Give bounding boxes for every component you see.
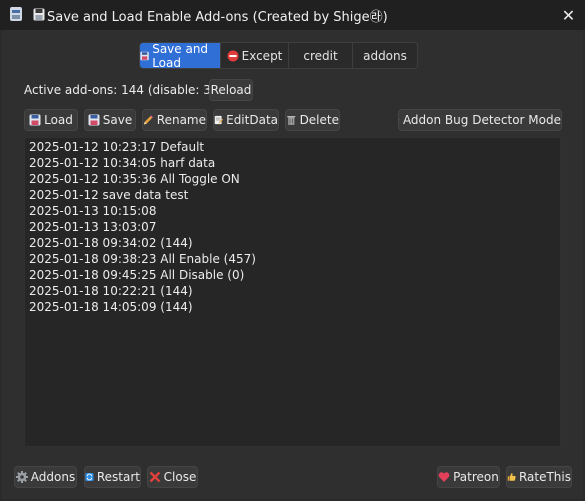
addons-label: Addons	[30, 470, 76, 484]
heart-icon	[438, 472, 450, 482]
load-button[interactable]: Load	[24, 109, 78, 131]
restart-icon	[85, 472, 94, 482]
close-button[interactable]: Close	[147, 466, 198, 488]
list-item[interactable]: 2025-01-12 save data test	[29, 187, 556, 203]
delete-label: Delete	[299, 113, 339, 127]
ratethis-button[interactable]: RateThis	[506, 466, 572, 488]
tab-label: credit	[303, 48, 338, 63]
restart-button[interactable]: Restart	[84, 466, 141, 488]
trash-icon	[287, 116, 296, 125]
floppy-icon	[140, 51, 149, 60]
rename-button[interactable]: Rename	[142, 109, 207, 131]
bug-detector-label: Addon Bug Detector Mode	[402, 113, 561, 127]
save-label: Save	[102, 113, 133, 127]
ratethis-label: RateThis	[518, 470, 571, 484]
tab-except[interactable]: Except	[221, 43, 289, 68]
tab-bar: Save and Load Except credit addons	[139, 42, 418, 69]
load-label: Load	[44, 113, 73, 127]
rename-label: Rename	[156, 113, 206, 127]
close-label: Close	[163, 470, 197, 484]
list-item[interactable]: 2025-01-18 09:38:23 All Enable (457)	[29, 251, 556, 267]
patreon-label: Patreon	[453, 470, 499, 484]
floppy-icon	[33, 8, 45, 21]
floppy-icon	[88, 114, 100, 126]
tab-credit[interactable]: credit	[289, 43, 353, 68]
list-item[interactable]: 2025-01-12 10:34:05 harf data	[29, 155, 556, 171]
close-icon	[149, 471, 160, 483]
reload-button[interactable]: Reload	[209, 79, 253, 101]
title-bar: Save and Load Enable Add-ons (Created by…	[0, 0, 585, 30]
reload-label: Reload	[210, 83, 252, 97]
restart-label: Restart	[96, 470, 140, 484]
window-close-button[interactable]: ✕	[552, 0, 585, 30]
active-addons-status: Active add-ons: 144 (disable: 317 )	[24, 83, 235, 97]
list-item[interactable]: 2025-01-13 10:15:08	[29, 203, 556, 219]
floppy-icon	[29, 114, 41, 126]
tab-label: addons	[363, 48, 407, 63]
list-item[interactable]: 2025-01-18 09:45:25 All Disable (0)	[29, 267, 556, 283]
list-item[interactable]: 2025-01-18 10:22:21 (144)	[29, 283, 556, 299]
no-entry-icon	[227, 50, 239, 61]
app-icon	[10, 7, 22, 21]
list-item[interactable]: 2025-01-13 13:03:07	[29, 219, 556, 235]
save-button[interactable]: Save	[84, 109, 136, 131]
list-item[interactable]: 2025-01-12 10:35:36 All Toggle ON	[29, 171, 556, 187]
memo-icon	[214, 115, 224, 125]
tab-addons[interactable]: addons	[353, 43, 417, 68]
list-item[interactable]: 2025-01-12 10:23:17 Default	[29, 139, 556, 155]
addons-button[interactable]: Addons	[14, 466, 77, 488]
tab-label: Save and Load	[152, 42, 209, 69]
tab-save-and-load[interactable]: Save and Load	[140, 43, 221, 68]
tab-label: Except	[241, 48, 283, 63]
editdata-button[interactable]: EditData	[213, 109, 279, 131]
list-item[interactable]: 2025-01-18 09:34:02 (144)	[29, 235, 556, 251]
gear-icon	[15, 471, 28, 483]
magnifier-icon	[399, 119, 400, 121]
delete-button[interactable]: Delete	[285, 109, 340, 131]
addon-bug-detector-button[interactable]: Addon Bug Detector Mode	[398, 109, 562, 131]
pencil-icon	[143, 115, 153, 125]
thumbs-up-icon	[507, 473, 516, 481]
list-item[interactable]: 2025-01-18 14:05:09 (144)	[29, 299, 556, 315]
editdata-label: EditData	[226, 113, 278, 127]
saved-data-list[interactable]: 2025-01-12 10:23:17 Default 2025-01-12 1…	[24, 137, 561, 447]
patreon-button[interactable]: Patreon	[437, 466, 500, 488]
window-title: Save and Load Enable Add-ons (Created by…	[47, 10, 388, 25]
